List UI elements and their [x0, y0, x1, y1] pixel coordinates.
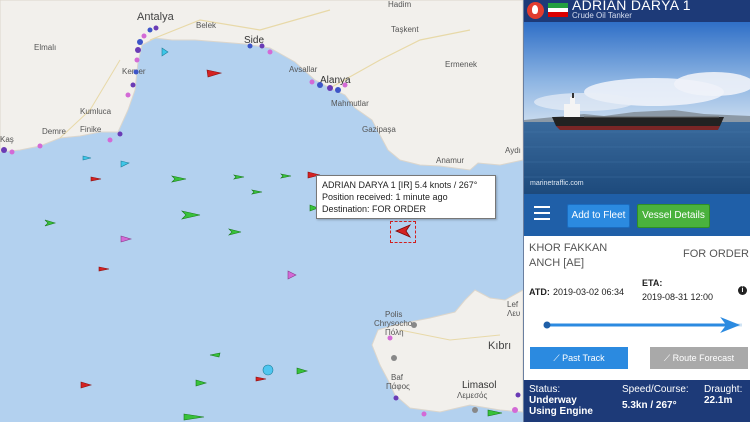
ship-icon: [80, 381, 93, 389]
ship-icon: [287, 270, 297, 280]
ship-icon: [90, 176, 102, 182]
selected-vessel-marker[interactable]: [390, 221, 416, 243]
ship-icon: [120, 160, 130, 168]
ship-icon: [209, 352, 221, 358]
route-forecast-button[interactable]: ⟋ Route Forecast: [650, 347, 748, 369]
destination-port: FOR ORDER: [683, 248, 749, 260]
harbor-cluster-side: [247, 43, 273, 55]
route-forecast-label: Route Forecast: [672, 353, 735, 363]
vessel-panel: ADRIAN DARYA 1 Crude Oil Tanker marinetr…: [523, 0, 750, 422]
add-to-fleet-button[interactable]: Add to Fleet: [567, 204, 630, 228]
voyage-route: KHOR FAKKAN ANCH [AE] FOR ORDER: [524, 236, 750, 280]
departure-port[interactable]: KHOR FAKKAN ANCH [AE]: [529, 241, 607, 271]
menu-icon[interactable]: [534, 206, 550, 224]
eta-value: 2019-08-31 12:00: [642, 292, 714, 302]
status-label: Status:: [529, 384, 561, 395]
atd-label: ATD:: [529, 287, 550, 297]
ship-icon: [228, 228, 242, 236]
harbor-cluster-alanya: [309, 79, 348, 93]
vessel-photo-image: [524, 22, 750, 194]
ship-icon: [120, 235, 133, 243]
ship-icon: [98, 266, 110, 272]
vessel-photo[interactable]: marinetraffic.com: [524, 22, 750, 194]
status-bar: Status: Underway Using Engine Speed/Cour…: [524, 380, 750, 422]
draught-column: Draught: 22.1m: [704, 384, 742, 406]
vessel-details-button[interactable]: Vessel Details: [637, 204, 710, 228]
ship-icon: [255, 376, 267, 382]
forecast-icon: ⟋: [663, 353, 673, 363]
ship-icon: [251, 189, 263, 195]
ship-icon: [44, 219, 57, 227]
draught-label: Draught:: [704, 384, 743, 395]
origin-dot-icon: [543, 321, 551, 329]
speed-course-value: 5.3kn / 267°: [622, 400, 677, 411]
ship-icon: [161, 47, 169, 57]
ship-icon: [233, 174, 245, 180]
ship-icon: [487, 409, 503, 417]
track-icon: ⟋: [553, 353, 563, 363]
voyage-progress-bar: [543, 317, 742, 333]
status-column: Status: Underway Using Engine: [529, 384, 593, 417]
harbor-cluster-antalya: [125, 25, 159, 98]
speed-course-label: Speed/Course:: [622, 384, 689, 395]
past-track-label: Past Track: [562, 353, 605, 363]
vessel-type: Crude Oil Tanker: [572, 11, 632, 20]
ship-icon: [206, 69, 223, 78]
vessel-map[interactable]: Antalya Belek Side Hadim Taşkent Elmalı …: [0, 0, 523, 422]
tooltip-name-speed: ADRIAN DARYA 1 [IR] 5.4 knots / 267°: [322, 180, 478, 190]
past-track-button[interactable]: ⟋ Past Track: [530, 347, 628, 369]
tooltip-position-received: Position received: 1 minute ago: [322, 192, 448, 202]
speed-course-column: Speed/Course: 5.3kn / 267°: [622, 384, 689, 411]
panel-header: ADRIAN DARYA 1 Crude Oil Tanker: [524, 0, 750, 22]
photo-credit: marinetraffic.com: [530, 180, 584, 187]
ship-icon: [181, 210, 201, 220]
vessel-tooltip: ADRIAN DARYA 1 [IR] 5.4 knots / 267° Pos…: [316, 175, 496, 219]
status-value-line2: Using Engine: [529, 406, 593, 417]
draught-value: 22.1m: [704, 395, 733, 406]
marinetraffic-logo-icon: [527, 2, 544, 19]
ship-icon: [280, 173, 292, 179]
ship-icon: [171, 175, 187, 183]
ship-icon: [82, 155, 92, 161]
status-value-line1: Underway: [529, 395, 577, 406]
harbor-cluster-cyprus: [387, 322, 521, 417]
iran-flag-icon: [548, 3, 568, 17]
eta-label: ETA:: [642, 278, 663, 288]
ship-icon: [296, 367, 309, 375]
panel-toolbar: Add to Fleet Vessel Details: [524, 194, 750, 236]
atd-value: 2019-03-02 06:34: [553, 287, 625, 297]
info-icon[interactable]: i: [738, 286, 747, 295]
voyage-times: ATD: 2019-03-02 06:34 ETA: 2019-08-31 12…: [524, 278, 750, 306]
ship-icon: [262, 364, 274, 376]
departure-port-line2: ANCH [AE]: [529, 257, 585, 269]
departure-port-line1: KHOR FAKKAN: [529, 242, 608, 254]
ship-icon: [195, 379, 208, 387]
harbor-cluster-kas: [1, 131, 123, 155]
ship-icon: [183, 413, 205, 421]
tooltip-destination: Destination: FOR ORDER: [322, 204, 427, 214]
